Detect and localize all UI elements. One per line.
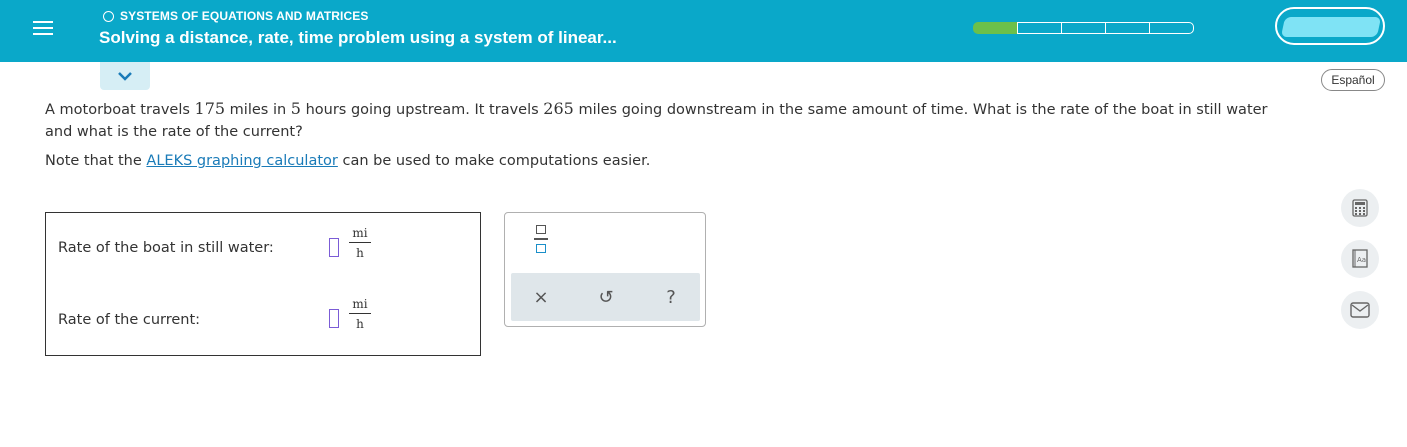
topic-circle-icon bbox=[103, 10, 114, 22]
progress-segment bbox=[1061, 22, 1106, 34]
math-keypad: × ↺ ? bbox=[504, 212, 706, 327]
problem-statement: A motorboat travels 175 miles in 5 hours… bbox=[45, 99, 1268, 140]
boat-rate-input[interactable] bbox=[329, 238, 339, 257]
current-rate-unit: mi h bbox=[349, 297, 371, 331]
hamburger-icon[interactable] bbox=[33, 18, 53, 38]
help-button[interactable]: ? bbox=[657, 283, 685, 311]
current-rate-label: Rate of the current: bbox=[58, 312, 201, 328]
topic-title[interactable]: SYSTEMS OF EQUATIONS AND MATRICES bbox=[103, 9, 368, 23]
answer-box: Rate of the boat in still water: mi h Rat… bbox=[45, 212, 481, 356]
progress-segment bbox=[1105, 22, 1150, 34]
user-menu-button[interactable] bbox=[1275, 7, 1385, 45]
current-rate-input[interactable] bbox=[329, 309, 339, 328]
lesson-title: Solving a distance, rate, time problem u… bbox=[99, 28, 617, 47]
dictionary-button[interactable]: Aa bbox=[1341, 240, 1379, 278]
collapse-header-button[interactable] bbox=[100, 62, 150, 90]
chevron-down-icon bbox=[118, 72, 132, 81]
fraction-button[interactable] bbox=[534, 222, 550, 258]
clear-button[interactable]: × bbox=[527, 283, 555, 311]
boat-rate-unit: mi h bbox=[349, 226, 371, 260]
topic-label: SYSTEMS OF EQUATIONS AND MATRICES bbox=[120, 9, 369, 23]
graphing-calculator-link[interactable]: ALEKS graphing calculator bbox=[146, 153, 337, 169]
keypad-action-bar: × ↺ ? bbox=[511, 273, 700, 321]
progress-segment bbox=[1017, 22, 1062, 34]
mail-icon bbox=[1350, 302, 1370, 318]
progress-segment bbox=[1149, 22, 1194, 34]
dictionary-icon: Aa bbox=[1352, 249, 1368, 268]
language-button[interactable]: Español bbox=[1321, 69, 1385, 91]
calculator-note: Note that the ALEKS graphing calculator … bbox=[45, 153, 651, 169]
svg-text:Aa: Aa bbox=[1357, 256, 1366, 264]
boat-rate-label: Rate of the boat in still water: bbox=[58, 240, 274, 256]
redacted-username bbox=[1280, 17, 1382, 37]
progress-bar bbox=[973, 22, 1194, 34]
top-header: SYSTEMS OF EQUATIONS AND MATRICES Solvin… bbox=[0, 0, 1407, 62]
undo-button[interactable]: ↺ bbox=[592, 283, 620, 311]
progress-segment bbox=[973, 22, 1018, 34]
calculator-button[interactable] bbox=[1341, 189, 1379, 227]
message-button[interactable] bbox=[1341, 291, 1379, 329]
calculator-icon bbox=[1352, 199, 1368, 217]
